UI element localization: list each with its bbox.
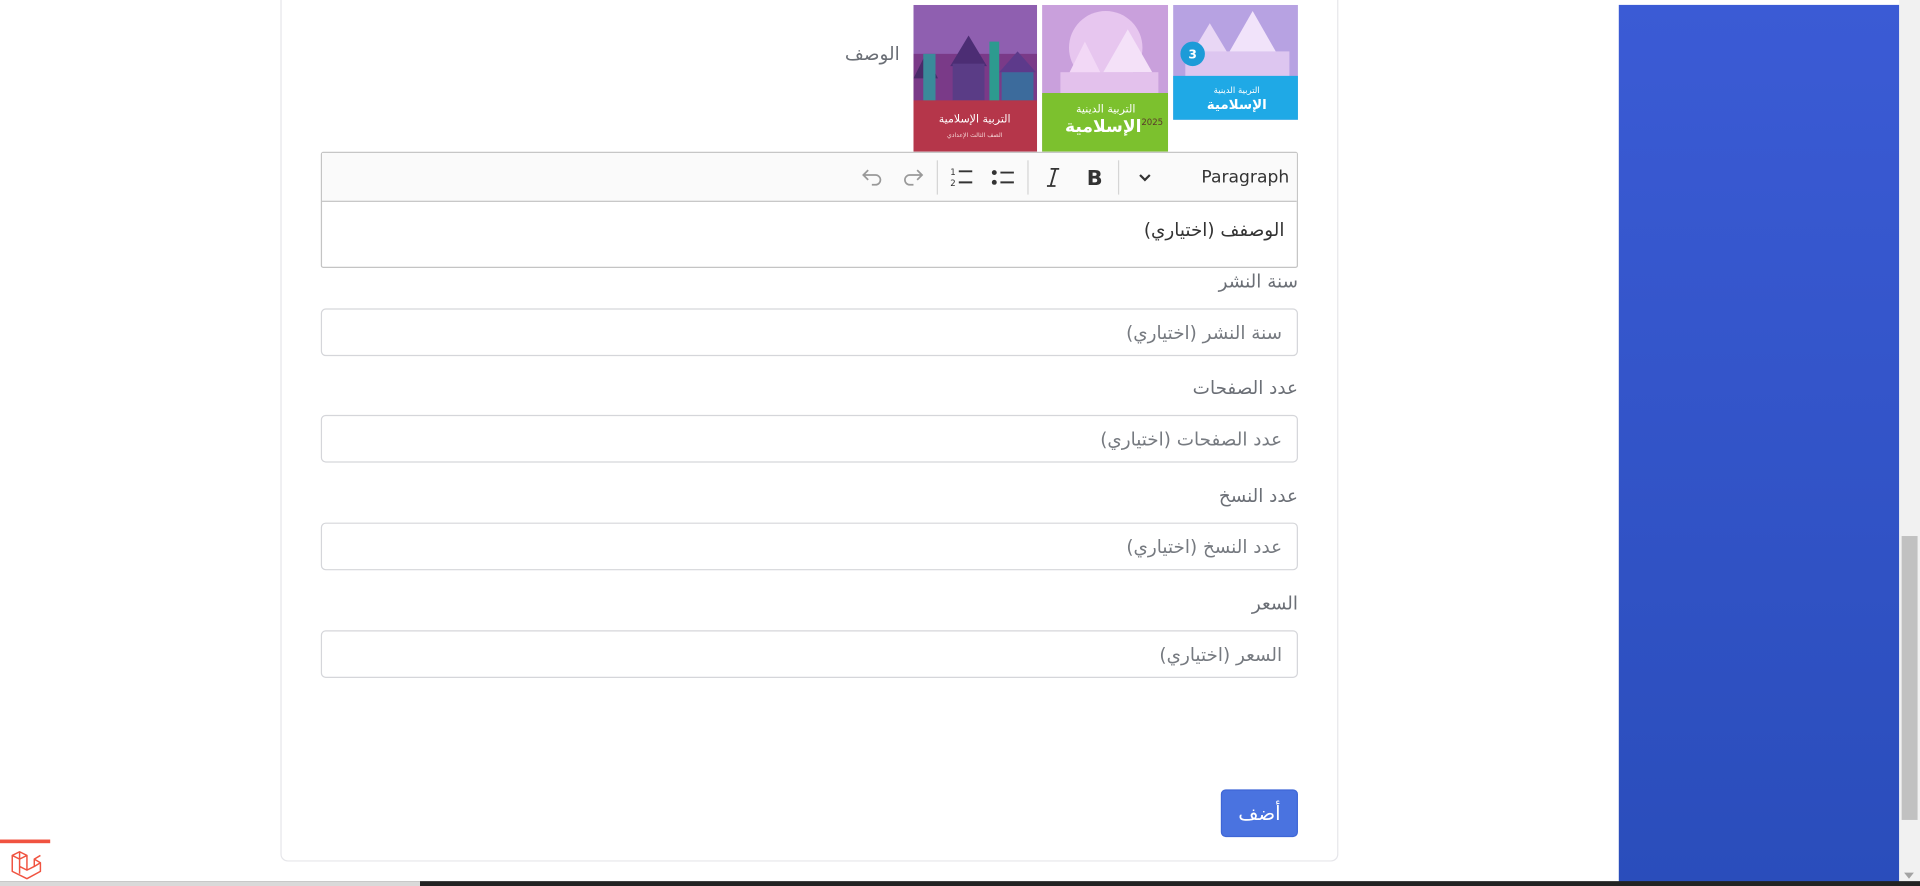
year-label: سنة النشر [1218, 270, 1298, 293]
book-cover-image-3[interactable]: 3 التربية الدينية الإسلامية [1173, 4, 1298, 120]
description-label: الوصف [844, 42, 900, 65]
scrollbar-thumb[interactable] [1901, 536, 1918, 820]
bold-icon[interactable]: B [1079, 162, 1111, 194]
redo-icon[interactable] [898, 162, 930, 194]
toolbar-divider [1117, 160, 1120, 195]
numbered-list-icon[interactable]: 12 [944, 162, 978, 194]
chevron-down-icon[interactable] [1130, 162, 1159, 194]
undo-icon[interactable] [856, 162, 888, 194]
svg-text:3: 3 [1188, 48, 1197, 62]
svg-text:2025: 2025 [1141, 118, 1163, 128]
editor-content[interactable]: الوصفف (اختياري) [322, 202, 1297, 268]
laravel-logo-icon[interactable] [0, 839, 51, 886]
svg-text:التربية الدينية: التربية الدينية [1076, 103, 1135, 116]
svg-text:الصف الثالث الإعدادي: الصف الثالث الإعدادي [947, 132, 1003, 139]
bulleted-list-icon[interactable] [986, 162, 1020, 194]
page-scrollbar[interactable] [1899, 0, 1920, 886]
svg-text:التربية الدينية: التربية الدينية [1214, 86, 1260, 96]
svg-text:التربية الإسلامية: التربية الإسلامية [939, 112, 1011, 125]
submit-button[interactable]: أضف [1220, 789, 1298, 838]
description-editor: Paragraph B 12 الوصفف (اختياري) [320, 151, 1298, 269]
copies-label: عدد النسخ [1218, 484, 1298, 507]
italic-icon[interactable] [1037, 162, 1069, 194]
svg-text:الإسلامية: الإسلامية [1207, 98, 1267, 113]
toolbar-divider [1027, 160, 1029, 195]
pages-label: عدد الصفحات [1192, 376, 1298, 399]
scroll-down-icon[interactable] [1904, 872, 1914, 879]
copies-input[interactable] [320, 522, 1298, 571]
book-cover-image-1[interactable]: التربية الإسلامية الصف الثالث الإعدادي [913, 4, 1038, 152]
svg-text:B: B [1087, 166, 1103, 188]
svg-text:2: 2 [950, 179, 955, 188]
toolbar-divider [936, 160, 938, 195]
svg-text:1: 1 [950, 168, 955, 178]
bottom-bar [0, 881, 1920, 886]
year-input[interactable] [320, 308, 1298, 357]
page: التربية الإسلامية الصف الثالث الإعدادي ا… [0, 0, 1920, 886]
book-cover-image-2[interactable]: التربية الدينية الإسلامية 2025 [1042, 4, 1169, 152]
sidebar [1618, 4, 1900, 886]
svg-text:الإسلامية: الإسلامية [1065, 117, 1141, 137]
paragraph-dropdown[interactable]: Paragraph [1201, 162, 1289, 194]
editor-toolbar: Paragraph B 12 [322, 152, 1297, 202]
price-label: السعر [1251, 592, 1298, 615]
pages-input[interactable] [320, 414, 1298, 463]
price-input[interactable] [320, 630, 1298, 678]
